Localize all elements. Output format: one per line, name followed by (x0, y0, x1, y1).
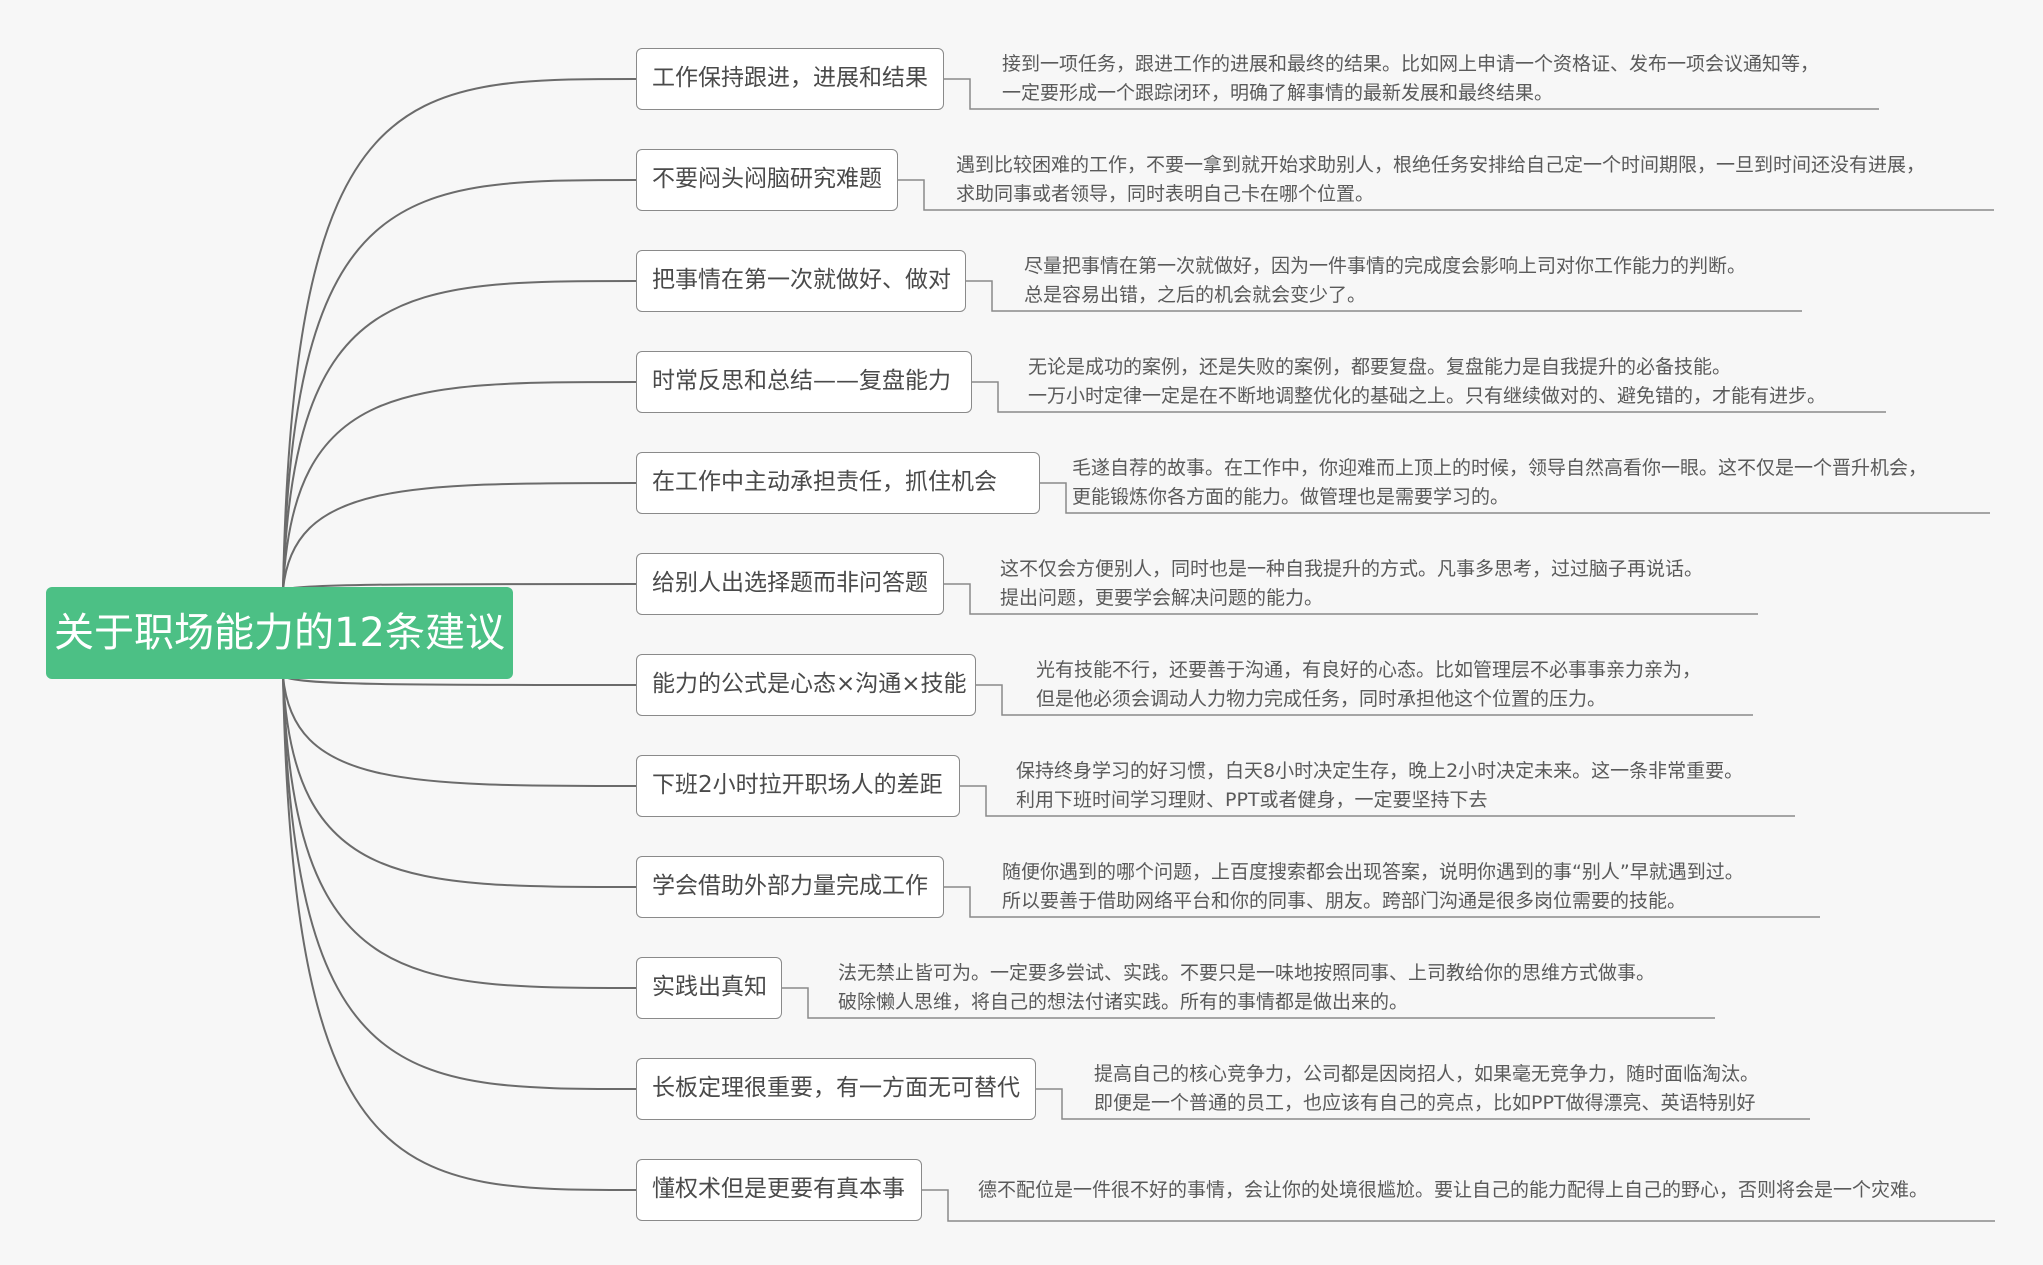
detail-line: 一定要形成一个跟踪闭环，明确了解事情的最新发展和最终结果。 (1002, 82, 1554, 104)
branch-connector (282, 482, 637, 591)
branch-topic[interactable]: 长板定理很重要，有一方面无可替代 (636, 1058, 1036, 1120)
detail-line: 光有技能不行，还要善于沟通，有良好的心态。比如管理层不必事事亲力亲为， (1036, 659, 1702, 681)
detail-line: 尽量把事情在第一次就做好，因为一件事情的完成度会影响上司对你工作能力的判断。 (1024, 255, 1747, 277)
branch-topic[interactable]: 给别人出选择题而非问答题 (636, 553, 944, 615)
detail-line: 提出问题，更要学会解决问题的能力。 (1000, 587, 1324, 609)
branch-detail: 光有技能不行，还要善于沟通，有良好的心态。比如管理层不必事事亲力亲为， 但是他必须… (1036, 656, 1701, 714)
branch-connector (282, 675, 637, 989)
branch-detail: 保持终身学习的好习惯，白天8小时决定生存，晚上2小时决定未来。这一条非常重要。利… (1016, 757, 1743, 815)
detail-line: 求助同事或者领导，同时表明自己卡在哪个位置。 (956, 183, 1375, 205)
branch-connector (282, 675, 637, 1090)
branch-detail: 接到一项任务，跟进工作的进展和最终的结果。比如网上申请一个资格证、发布一项会议通… (1002, 50, 1819, 108)
detail-line: 保持终身学习的好习惯，白天8小时决定生存，晚上2小时决定未来。这一条非常重要。 (1016, 760, 1744, 782)
branch-connector (282, 675, 637, 888)
detail-line: 总是容易出错，之后的机会就会变少了。 (1024, 284, 1367, 306)
branch-topic[interactable]: 实践出真知 (636, 957, 782, 1019)
detail-line: 一万小时定律一定是在不断地调整优化的基础之上。只有继续做对的、避免错的，才能有进… (1028, 385, 1827, 407)
branch-detail: 随便你遇到的哪个问题，上百度搜索都会出现答案，说明你遇到的事“别人”早就遇到过。… (1002, 858, 1744, 916)
root-topic[interactable]: 关于职场能力的12条建议 (46, 587, 513, 679)
branch-topic[interactable]: 把事情在第一次就做好、做对 (636, 250, 966, 312)
branch-topic[interactable]: 在工作中主动承担责任，抓住机会 (636, 452, 1040, 514)
branch-topic[interactable]: 不要闷头闷脑研究难题 (636, 149, 898, 211)
detail-line: 法无禁止皆可为。一定要多尝试、实践。不要只是一味地按照同事、上司教给你的思维方式… (838, 962, 1656, 984)
detail-line: 但是他必须会调动人力物力完成任务，同时承担他这个位置的压力。 (1036, 688, 1607, 710)
detail-line: 更能锻炼你各方面的能力。做管理也是需要学习的。 (1072, 486, 1510, 508)
branch-connector (282, 179, 637, 591)
branch-detail: 遇到比较困难的工作，不要一拿到就开始求助别人，根绝任务安排给自己定一个时间期限，… (956, 151, 1925, 209)
detail-line: 德不配位是一件很不好的事情，会让你的处境很尴尬。要让自己的能力配得上自己的野心，… (978, 1179, 1929, 1201)
detail-line: 所以要善于借助网络平台和你的同事、朋友。跨部门沟通是很多岗位需要的技能。 (1002, 890, 1687, 912)
branch-detail: 无论是成功的案例，还是失败的案例，都要复盘。复盘能力是自我提升的必备技能。一万小… (1028, 353, 1826, 411)
detail-line: 随便你遇到的哪个问题，上百度搜索都会出现答案，说明你遇到的事“别人”早就遇到过。 (1002, 861, 1744, 883)
detail-line: 遇到比较困难的工作，不要一拿到就开始求助别人，根绝任务安排给自己定一个时间期限，… (956, 154, 1926, 176)
branch-topic[interactable]: 时常反思和总结——复盘能力 (636, 351, 972, 413)
branch-topic[interactable]: 能力的公式是心态×沟通×技能 (636, 654, 976, 716)
branch-topic[interactable]: 懂权术但是更要有真本事 (636, 1159, 922, 1221)
branch-topic[interactable]: 学会借助外部力量完成工作 (636, 856, 944, 918)
branch-detail: 提高自己的核心竞争力，公司都是因岗招人，如果毫无竞争力，随时面临淘汰。 即便是一个… (1094, 1060, 1759, 1118)
branch-detail: 毛遂自荐的故事。在工作中，你迎难而上顶上的时候，领导自然高看你一眼。这不仅是一个… (1072, 454, 1927, 512)
detail-line: 提高自己的核心竞争力，公司都是因岗招人，如果毫无竞争力，随时面临淘汰。 (1094, 1063, 1760, 1085)
branch-topic[interactable]: 下班2小时拉开职场人的差距 (636, 755, 960, 817)
branch-connector (282, 78, 637, 591)
detail-line: 无论是成功的案例，还是失败的案例，都要复盘。复盘能力是自我提升的必备技能。 (1028, 356, 1732, 378)
branch-connector (282, 675, 637, 787)
branch-detail: 尽量把事情在第一次就做好，因为一件事情的完成度会影响上司对你工作能力的判断。 总是… (1024, 252, 1746, 310)
detail-line: 即便是一个普通的员工，也应该有自己的亮点，比如PPT做得漂亮、英语特别好 (1094, 1092, 1756, 1114)
detail-line: 接到一项任务，跟进工作的进展和最终的结果。比如网上申请一个资格证、发布一项会议通… (1002, 53, 1820, 75)
detail-line: 毛遂自荐的故事。在工作中，你迎难而上顶上的时候，领导自然高看你一眼。这不仅是一个… (1072, 457, 1928, 479)
branch-detail: 这不仅会方便别人，同时也是一种自我提升的方式。凡事多思考，过过脑子再说话。 提出问… (1000, 555, 1703, 613)
branch-detail: 法无禁止皆可为。一定要多尝试、实践。不要只是一味地按照同事、上司教给你的思维方式… (838, 959, 1655, 1017)
branch-detail: 德不配位是一件很不好的事情，会让你的处境很尴尬。要让自己的能力配得上自己的野心，… (978, 1176, 1928, 1205)
detail-line: 破除懒人思维，将自己的想法付诸实践。所有的事情都是做出来的。 (838, 991, 1409, 1013)
detail-line: 利用下班时间学习理财、PPT或者健身，一定要坚持下去 (1016, 789, 1488, 811)
branch-connector (282, 675, 637, 1191)
detail-line: 这不仅会方便别人，同时也是一种自我提升的方式。凡事多思考，过过脑子再说话。 (1000, 558, 1704, 580)
branch-topic[interactable]: 工作保持跟进，进展和结果 (636, 48, 944, 110)
